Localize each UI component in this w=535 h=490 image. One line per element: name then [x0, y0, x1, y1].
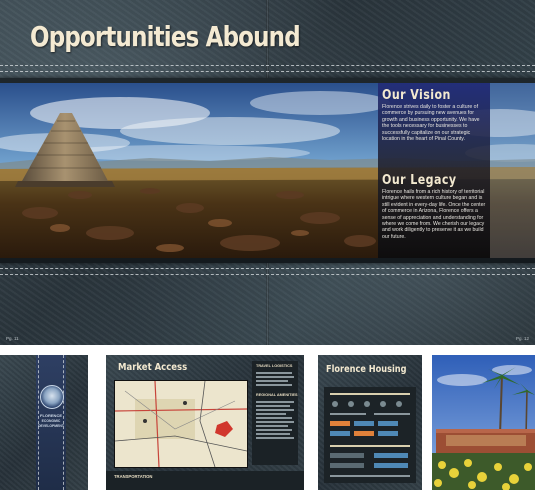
- brochure-spread: Opportunities Abound Our Vision Florence…: [0, 0, 535, 345]
- vision-title: Our Vision: [382, 88, 451, 103]
- page-number-right: Pg. 12: [515, 336, 529, 341]
- legacy-text: Florence hails from a rich history of te…: [382, 189, 486, 240]
- brochure-showcase: Opportunities Abound Our Vision Florence…: [0, 0, 535, 490]
- city-seal-logo: [40, 385, 64, 409]
- vision-text: Florence strives daily to foster a cultu…: [382, 104, 480, 143]
- cover-logo-line1: FLORENCE: [40, 413, 62, 418]
- bottom-stitch-line-2: [0, 274, 535, 275]
- city-sign-photo: [432, 355, 535, 490]
- market-sidebar-heading-1: TRAVEL LOGISTICS: [256, 364, 293, 368]
- top-stitch-line: [0, 65, 535, 66]
- legacy-title: Our Legacy: [382, 173, 457, 188]
- cover-logo-line3: DEVELOPMENT: [38, 424, 64, 428]
- market-sidebar: TRAVEL LOGISTICS REGIONAL AMENITIES: [252, 361, 298, 465]
- housing-infographic: [324, 387, 416, 483]
- market-access-thumbnail: Market Access TRAVEL LOGISTICS REGIONAL …: [106, 355, 304, 490]
- page-number-left: Pg. 11: [6, 336, 19, 341]
- market-bottom-bar: TRANSPORTATION: [106, 471, 304, 490]
- market-bottom-heading: TRANSPORTATION: [114, 474, 153, 479]
- spread-headline: Opportunities Abound: [30, 20, 301, 53]
- cover-thumbnail: FLORENCE ECONOMIC DEVELOPMENT: [0, 355, 88, 490]
- market-sidebar-heading-2: REGIONAL AMENITIES: [256, 393, 298, 397]
- housing-thumbnail: Florence Housing: [318, 355, 422, 490]
- housing-title: Florence Housing: [326, 364, 407, 375]
- bottom-stitch-line: [0, 268, 535, 269]
- cover-logo-line2: ECONOMIC: [41, 419, 61, 423]
- market-map: [114, 380, 248, 468]
- market-access-title: Market Access: [118, 362, 188, 373]
- top-stitch-line-2: [0, 71, 535, 72]
